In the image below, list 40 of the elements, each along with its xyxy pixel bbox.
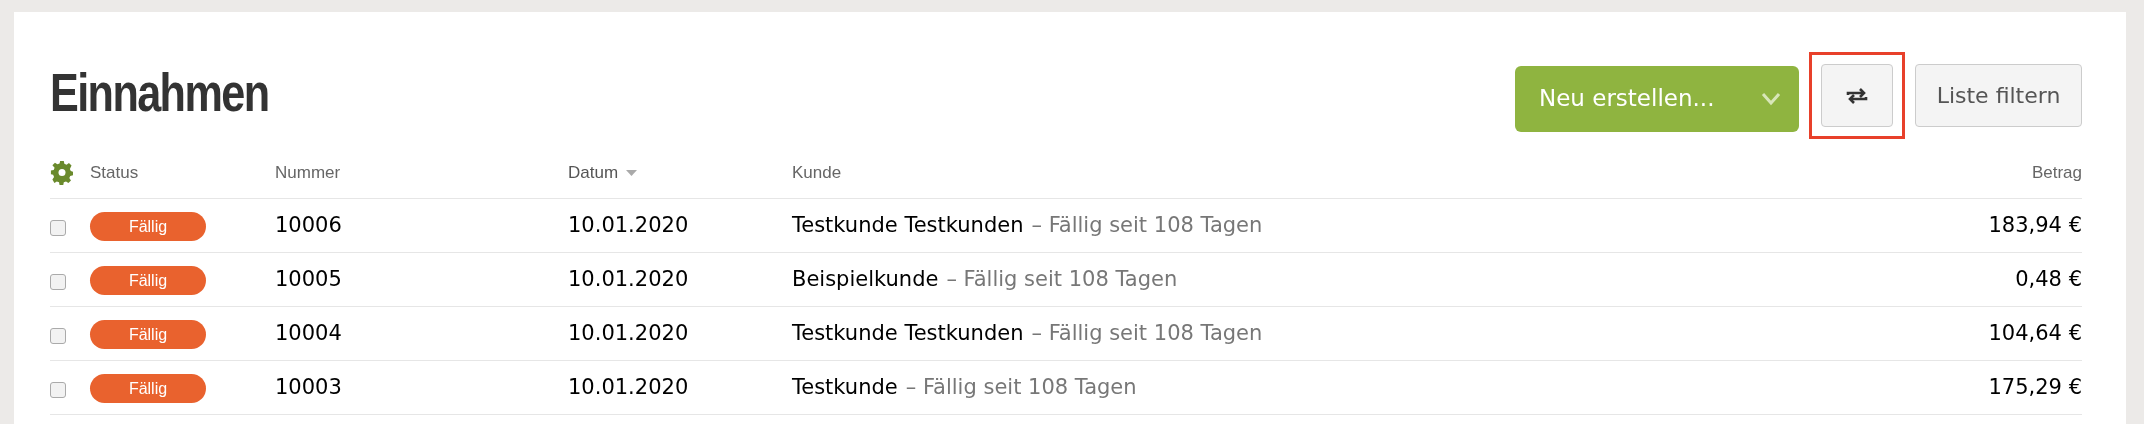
page-title: Einnahmen xyxy=(50,61,269,124)
chevron-down-icon xyxy=(1761,91,1781,106)
settings-icon[interactable] xyxy=(50,160,74,185)
amount-cell: 183,94 € xyxy=(1988,212,2082,237)
column-header[interactable]: Nummer xyxy=(275,159,341,186)
status-badge: Fällig xyxy=(90,211,206,241)
due-note: – Fällig seit 108 Tagen xyxy=(1031,211,1263,239)
customer-name: Testkunde xyxy=(792,373,898,401)
number-cell: 10006 xyxy=(275,212,342,237)
number-cell: 10003 xyxy=(275,374,342,399)
number-cell: 10005 xyxy=(275,266,342,291)
status-badge: Fällig xyxy=(90,319,206,349)
amount-cell: 0,48 € xyxy=(2015,266,2082,291)
row-checkbox[interactable] xyxy=(50,327,66,344)
filter-list-button[interactable]: Liste filtern xyxy=(1915,64,2082,127)
due-note: – Fällig seit 108 Tagen xyxy=(946,265,1178,293)
customer-name: Testkunde Testkunden xyxy=(792,211,1024,239)
column-header[interactable]: Betrag xyxy=(2031,159,2082,186)
status-badge: Fällig xyxy=(90,373,206,403)
number-cell: 10004 xyxy=(275,320,342,345)
customer-name: Beispielkunde xyxy=(792,265,939,293)
date-cell: 10.01.2020 xyxy=(568,374,689,399)
column-header[interactable]: Kunde xyxy=(792,159,842,186)
amount-cell: 104,64 € xyxy=(1988,320,2082,345)
due-note: – Fällig seit 108 Tagen xyxy=(905,373,1137,401)
date-cell: 10.01.2020 xyxy=(568,266,689,291)
row-checkbox[interactable] xyxy=(50,273,66,290)
due-note: – Fällig seit 108 Tagen xyxy=(1031,319,1263,347)
swap-arrows-icon xyxy=(1845,86,1869,105)
status-badge: Fällig xyxy=(90,265,206,295)
date-cell: 10.01.2020 xyxy=(568,212,689,237)
column-header[interactable]: Status xyxy=(90,159,139,186)
amount-cell: 175,29 € xyxy=(1988,374,2082,399)
date-cell: 10.01.2020 xyxy=(568,320,689,345)
row-checkbox[interactable] xyxy=(50,381,66,398)
column-header[interactable]: Datum xyxy=(568,159,619,186)
swap-button[interactable] xyxy=(1821,64,1893,127)
row-checkbox[interactable] xyxy=(50,219,66,236)
customer-name: Testkunde Testkunden xyxy=(792,319,1024,347)
sort-caret-icon[interactable] xyxy=(626,169,638,176)
